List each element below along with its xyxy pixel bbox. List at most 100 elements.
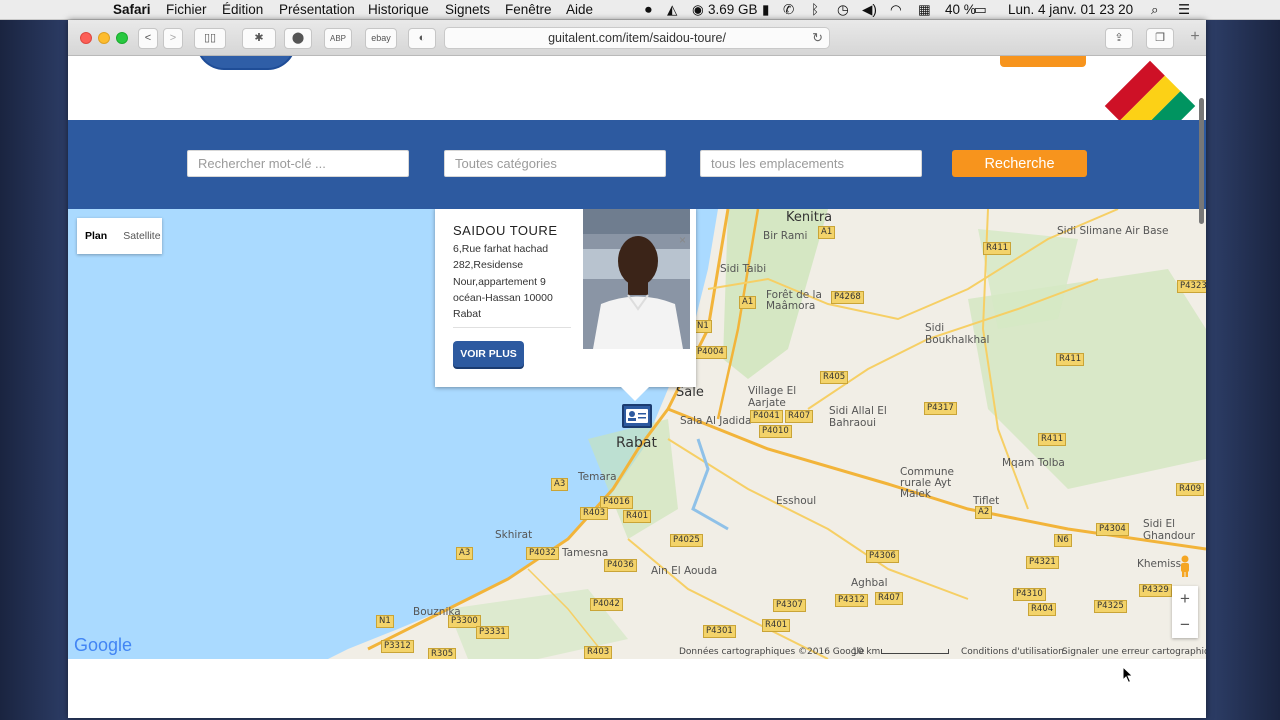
category-select[interactable] xyxy=(444,150,666,177)
google-map[interactable]: Kenitra Sidi Slimane Air Base Sidi Taibi… xyxy=(68,209,1206,659)
spotlight-icon[interactable]: ⌕ xyxy=(1151,2,1159,18)
phone-icon[interactable]: ✆ xyxy=(783,2,794,18)
map-label-sidi-slimane: Sidi Slimane Air Base xyxy=(1057,225,1169,237)
forward-button[interactable]: > xyxy=(163,28,183,49)
road-shield: P4032 xyxy=(526,547,559,560)
zoom-in-button[interactable]: + xyxy=(1172,586,1198,612)
site-logo[interactable] xyxy=(196,56,296,70)
road-shield: P4307 xyxy=(773,599,806,612)
road-shield: P4312 xyxy=(835,594,868,607)
road-shield: P4004 xyxy=(694,346,727,359)
road-shield: A2 xyxy=(975,506,993,519)
road-shield: P4268 xyxy=(831,291,864,304)
map-label-sidi-taibi: Sidi Taibi xyxy=(720,263,767,275)
map-scale-bar xyxy=(881,649,949,654)
road-shield: P4042 xyxy=(590,598,623,611)
map-scale-label[interactable]: 10 km xyxy=(852,647,880,657)
tabs-overview-icon[interactable]: ❐ xyxy=(1146,28,1174,49)
map-type-plan-button[interactable]: Plan xyxy=(77,218,115,254)
minimize-window-button[interactable] xyxy=(98,32,110,44)
share-icon[interactable]: ⇪ xyxy=(1105,28,1133,49)
ebay-extension-button[interactable]: ebay xyxy=(365,28,397,49)
adobe-icon[interactable]: ◭ xyxy=(667,2,677,18)
address-bar[interactable]: guitalent.com/item/saidou-toure/ ↻ xyxy=(444,27,830,49)
extension-d-icon[interactable]: ◐ xyxy=(408,28,436,49)
road-shield: R411 xyxy=(1038,433,1067,446)
wifi-icon[interactable]: ◠ xyxy=(890,2,902,18)
record-icon[interactable]: ⏺ xyxy=(645,2,652,18)
pegman-icon[interactable] xyxy=(1178,555,1192,577)
road-shield: R403 xyxy=(580,507,609,520)
profile-photo[interactable] xyxy=(583,209,690,349)
map-terms-link[interactable]: Conditions d'utilisation xyxy=(961,647,1064,657)
map-label-aghbal: Aghbal xyxy=(851,577,888,589)
page-scrollbar[interactable] xyxy=(1199,98,1204,224)
keyword-search-input[interactable] xyxy=(187,150,409,177)
menu-fichier[interactable]: Fichier xyxy=(166,2,207,17)
road-shield: P4310 xyxy=(1013,588,1046,601)
divider xyxy=(453,327,571,328)
map-label-mqam-tolba: Mqam Tolba xyxy=(1002,457,1065,469)
road-shield: P4041 xyxy=(750,410,783,423)
road-shield: N1 xyxy=(376,615,394,628)
notification-center-icon[interactable]: ☰ xyxy=(1178,2,1190,18)
battery-value[interactable]: 40 % xyxy=(945,2,976,17)
time-machine-icon[interactable]: ◷ xyxy=(837,2,849,18)
bluetooth-icon[interactable]: ᛒ xyxy=(811,2,819,17)
memory-value[interactable]: 3.69 GB xyxy=(708,2,758,17)
location-select[interactable] xyxy=(700,150,922,177)
search-button[interactable]: Recherche xyxy=(952,150,1087,177)
zoom-control: + − xyxy=(1172,586,1198,638)
memory-icon[interactable]: ◉ xyxy=(692,2,704,18)
close-window-button[interactable] xyxy=(80,32,92,44)
map-data-attribution: Données cartographiques ©2016 Google xyxy=(679,647,865,657)
menu-app-name[interactable]: Safari xyxy=(113,2,151,17)
battery-icon[interactable]: ▭ xyxy=(974,2,987,18)
map-label-esshoul: Esshoul xyxy=(776,495,817,507)
road-shield: N1 xyxy=(694,320,712,333)
extension-shield-icon[interactable]: ⬤ xyxy=(284,28,312,49)
menu-aide[interactable]: Aide xyxy=(566,2,593,17)
road-shield: P4323 xyxy=(1177,280,1206,293)
road-shield: P4036 xyxy=(604,559,637,572)
adblock-icon[interactable]: ABP xyxy=(324,28,352,49)
zoom-window-button[interactable] xyxy=(116,32,128,44)
bookmark-icon[interactable]: ▮ xyxy=(762,2,769,18)
reload-icon[interactable]: ↻ xyxy=(812,28,823,48)
keyboard-icon[interactable]: ▦ xyxy=(918,2,931,18)
map-label-village-aarjate: Village El Aarjate xyxy=(748,385,797,409)
map-label-skhirat: Skhirat xyxy=(495,529,533,541)
menu-fenetre[interactable]: Fenêtre xyxy=(505,2,552,17)
profile-name: SAIDOU TOURE xyxy=(453,223,558,238)
new-tab-button[interactable]: + xyxy=(1185,28,1205,49)
map-label-foret-maamora: Forêt de la Maâmora xyxy=(766,289,822,312)
voir-plus-button[interactable]: VOIR PLUS xyxy=(453,341,524,367)
profile-map-marker-icon[interactable] xyxy=(622,404,652,428)
road-shield: R409 xyxy=(1176,483,1205,496)
menu-edition[interactable]: Édition xyxy=(222,2,263,17)
map-label-temara: Temara xyxy=(578,471,617,483)
report-map-error-link[interactable]: Signaler une erreur cartographique xyxy=(1062,647,1206,657)
zoom-out-button[interactable]: − xyxy=(1172,612,1198,638)
map-attribution-bar: Données cartographiques ©2016 Google 10 … xyxy=(68,647,1206,659)
extension-puzzle-icon[interactable]: ✱ xyxy=(242,28,276,49)
road-shield: R401 xyxy=(623,510,652,523)
road-shield: R407 xyxy=(875,592,904,605)
road-shield: A1 xyxy=(739,296,757,309)
road-shield: R411 xyxy=(1056,353,1085,366)
road-shield: P4304 xyxy=(1096,523,1129,536)
back-button[interactable]: < xyxy=(138,28,158,49)
clock[interactable]: Lun. 4 janv. 01 23 20 xyxy=(1008,2,1133,17)
map-label-ayt-malek: Commune rurale Ayt Malek xyxy=(900,466,954,500)
volume-icon[interactable]: ◀) xyxy=(862,2,877,18)
map-type-satellite-button[interactable]: Satellite xyxy=(115,218,168,254)
menu-signets[interactable]: Signets xyxy=(445,2,490,17)
road-shield: P4301 xyxy=(703,625,736,638)
menu-historique[interactable]: Historique xyxy=(368,2,429,17)
menu-presentation[interactable]: Présentation xyxy=(279,2,355,17)
header-orange-button[interactable] xyxy=(1000,56,1086,67)
sidebar-toggle-icon[interactable]: ▯▯ xyxy=(194,28,226,49)
road-shield: P4317 xyxy=(924,402,957,415)
close-icon[interactable]: × xyxy=(679,233,686,247)
road-shield: A3 xyxy=(551,478,569,491)
